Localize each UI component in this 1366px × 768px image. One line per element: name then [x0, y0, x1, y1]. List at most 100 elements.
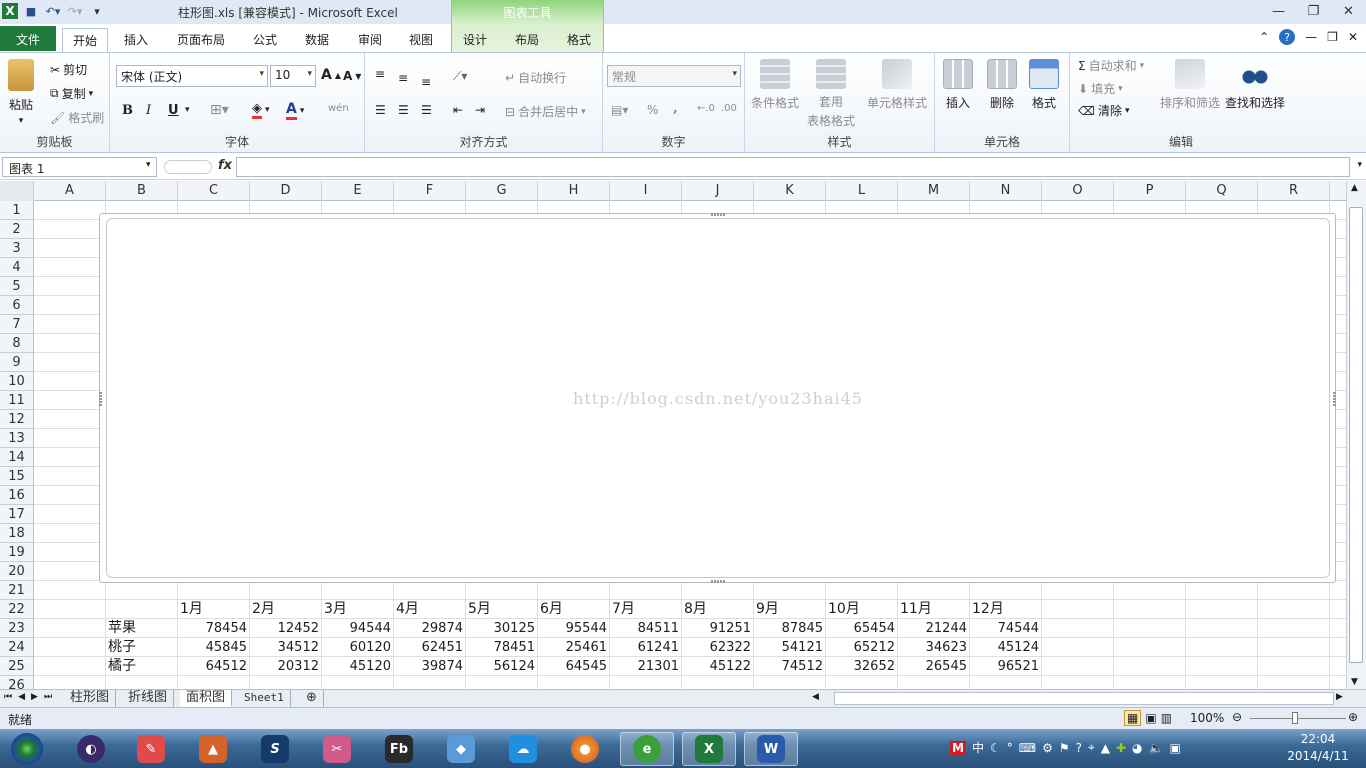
value-cell[interactable]: 45122: [682, 657, 754, 676]
month-header-cell[interactable]: 3月: [322, 600, 394, 619]
zoom-slider-thumb[interactable]: [1292, 712, 1298, 724]
merge-center-button[interactable]: ⊟ 合并后居中 ▾: [505, 103, 586, 120]
tools-icon[interactable]: ⚙: [1042, 741, 1053, 755]
month-header-cell[interactable]: 11月: [898, 600, 970, 619]
row-header[interactable]: 8: [0, 334, 34, 353]
tab-file[interactable]: 文件: [0, 26, 56, 51]
chart-object[interactable]: http://blog.csdn.net/you23hai45: [99, 213, 1336, 583]
select-all-corner[interactable]: [0, 181, 34, 201]
row-header[interactable]: 15: [0, 467, 34, 486]
row-header[interactable]: 20: [0, 562, 34, 581]
column-header[interactable]: P: [1114, 181, 1186, 201]
expand-formula-bar-icon[interactable]: ▾: [1357, 160, 1362, 170]
doc-restore-icon[interactable]: ❐: [1327, 30, 1338, 44]
row-header[interactable]: 25: [0, 657, 34, 676]
customize-qat-icon[interactable]: ▾: [88, 2, 106, 20]
undo-icon[interactable]: ↶▾: [44, 2, 62, 20]
value-cell[interactable]: 45124: [970, 638, 1042, 657]
taskbar-excel[interactable]: X: [682, 732, 736, 766]
taskbar-snipping[interactable]: ✂: [310, 732, 364, 766]
currency-icon[interactable]: ▤▾: [611, 103, 628, 117]
row-header[interactable]: 5: [0, 277, 34, 296]
month-header-cell[interactable]: 9月: [754, 600, 826, 619]
chart-resize-handle-bottom[interactable]: [711, 580, 725, 583]
zoom-out-icon[interactable]: ⊖: [1232, 710, 1242, 724]
flag-icon[interactable]: ⚑: [1059, 741, 1070, 755]
percent-button[interactable]: %: [647, 103, 658, 117]
value-cell[interactable]: 12452: [250, 619, 322, 638]
underline-button[interactable]: U: [168, 103, 179, 118]
column-header[interactable]: M: [898, 181, 970, 201]
network-icon[interactable]: ▣: [1169, 741, 1180, 755]
bold-button[interactable]: B: [122, 103, 133, 118]
value-cell[interactable]: 56124: [466, 657, 538, 676]
row-header[interactable]: 12: [0, 410, 34, 429]
taskbar-notepad[interactable]: ✎: [124, 732, 178, 766]
cell-styles-button[interactable]: 单元格样式: [867, 59, 927, 111]
find-select-button[interactable]: 查找和选择: [1225, 59, 1285, 111]
decrease-indent-icon[interactable]: ⇤: [453, 103, 463, 117]
m-tray-icon[interactable]: M: [950, 740, 966, 755]
keyboard-icon[interactable]: ⌨: [1019, 741, 1036, 755]
month-header-cell[interactable]: 8月: [682, 600, 754, 619]
grow-font-button[interactable]: A ▲: [321, 67, 341, 83]
font-color-button[interactable]: A ▾: [286, 101, 304, 120]
italic-button[interactable]: I: [146, 103, 151, 118]
vertical-scroll-thumb[interactable]: [1349, 207, 1363, 663]
row-header[interactable]: 16: [0, 486, 34, 505]
save-icon[interactable]: ■: [22, 2, 40, 20]
column-header[interactable]: F: [394, 181, 466, 201]
column-header[interactable]: H: [538, 181, 610, 201]
sort-filter-button[interactable]: 排序和筛选: [1160, 59, 1220, 111]
pin-icon[interactable]: ⌖: [1088, 740, 1095, 755]
tab-chart-design[interactable]: 设计: [455, 28, 495, 52]
underline-dropdown-icon[interactable]: ▾: [185, 105, 190, 115]
autosum-button[interactable]: Σ 自动求和 ▾: [1078, 57, 1144, 74]
normal-view-icon[interactable]: ▦: [1124, 710, 1142, 726]
qq-icon[interactable]: ◕: [1132, 741, 1142, 755]
conditional-format-button[interactable]: 条件格式: [751, 59, 799, 111]
format-as-table-button[interactable]: 套用 表格格式: [807, 59, 855, 129]
row-header[interactable]: 19: [0, 543, 34, 562]
value-cell[interactable]: 65212: [826, 638, 898, 657]
tab-chart-layout[interactable]: 布局: [507, 28, 547, 52]
tab-page-layout[interactable]: 页面布局: [170, 28, 232, 52]
month-header-cell[interactable]: 10月: [826, 600, 898, 619]
column-header[interactable]: O: [1042, 181, 1114, 201]
value-cell[interactable]: 78454: [178, 619, 250, 638]
vertical-scrollbar[interactable]: ▲ ▼: [1346, 181, 1366, 689]
number-format-combo[interactable]: 常规: [607, 65, 741, 87]
help-tray-icon[interactable]: ?: [1076, 741, 1082, 755]
excel-logo-icon[interactable]: X: [2, 3, 18, 19]
month-header-cell[interactable]: 2月: [250, 600, 322, 619]
orientation-icon[interactable]: ⟋▾: [453, 69, 467, 84]
value-cell[interactable]: 74544: [970, 619, 1042, 638]
row-header[interactable]: 3: [0, 239, 34, 258]
insert-cells-button[interactable]: 插入: [943, 59, 973, 111]
close-icon[interactable]: ✕: [1331, 0, 1366, 22]
column-header[interactable]: B: [106, 181, 178, 201]
tab-data[interactable]: 数据: [297, 28, 337, 52]
fruit-name-cell[interactable]: 桃子: [106, 638, 178, 657]
row-header[interactable]: 6: [0, 296, 34, 315]
value-cell[interactable]: 94544: [322, 619, 394, 638]
column-header[interactable]: R: [1258, 181, 1330, 201]
row-header[interactable]: 1: [0, 201, 34, 220]
insert-function-icon[interactable]: fx: [218, 158, 232, 173]
month-header-cell[interactable]: 5月: [466, 600, 538, 619]
taskbar-firefox[interactable]: ●: [558, 732, 612, 766]
value-cell[interactable]: 20312: [250, 657, 322, 676]
row-header[interactable]: 21: [0, 581, 34, 600]
increase-indent-icon[interactable]: ⇥: [475, 103, 485, 117]
cut-button[interactable]: ✂ 剪切: [50, 61, 87, 78]
moon-icon[interactable]: ☾: [990, 741, 1001, 755]
name-box-dropdown-icon[interactable]: ▾: [146, 160, 151, 170]
chart-resize-handle-left[interactable]: [99, 392, 102, 406]
month-header-cell[interactable]: 7月: [610, 600, 682, 619]
page-break-view-icon[interactable]: ▥: [1161, 711, 1172, 725]
month-header-cell[interactable]: 4月: [394, 600, 466, 619]
format-painter-button[interactable]: 🖌 格式刷: [50, 109, 104, 126]
tab-insert[interactable]: 插入: [116, 28, 156, 52]
row-header[interactable]: 7: [0, 315, 34, 334]
scroll-right-icon[interactable]: ▶: [1336, 692, 1343, 702]
